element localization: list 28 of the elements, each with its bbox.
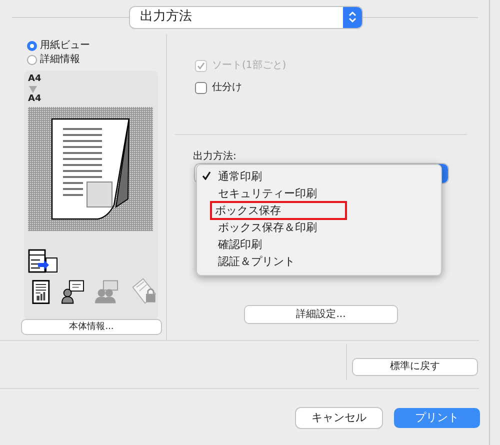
group-message-icon: [95, 279, 119, 305]
device-info-button[interactable]: 本体情報...: [22, 320, 161, 334]
menu-item[interactable]: 認証＆プリント: [213, 252, 300, 271]
cancel-button[interactable]: キャンセル: [296, 408, 382, 428]
paper-size-label: A4: [28, 74, 42, 85]
menu-item[interactable]: 確認印刷: [213, 235, 267, 254]
radio-label: 用紙ビュー: [40, 40, 90, 52]
stepper-icon: [343, 6, 362, 28]
checkbox-label: 仕分け: [212, 82, 242, 94]
menu-item[interactable]: ボックス保存: [210, 201, 347, 220]
checkbox[interactable]: [195, 82, 207, 94]
locked-document-icon: [130, 277, 158, 305]
menu-item[interactable]: 通常印刷: [213, 167, 267, 186]
radio-label: 詳細情報: [40, 54, 80, 66]
document-icon: [32, 279, 50, 305]
person-message-icon: [60, 279, 84, 305]
paper-size-label: A4: [28, 94, 42, 105]
checkbox-label: ソート(1部ごと): [212, 60, 286, 72]
reset-defaults-button[interactable]: 標準に戻す: [353, 359, 477, 375]
radio-button[interactable]: [27, 41, 37, 51]
radio-button[interactable]: [27, 55, 37, 65]
details-button[interactable]: 詳細設定...: [245, 306, 397, 323]
arrow-down-icon: [29, 86, 37, 93]
menu-item[interactable]: ボックス保存＆印刷: [213, 218, 322, 237]
print-options-popup[interactable]: 出力方法: [130, 6, 362, 28]
output-method-label: 出力方法:: [193, 151, 236, 163]
printer-to-document-icon: [28, 249, 58, 275]
menu-item[interactable]: セキュリティー印刷: [213, 184, 322, 203]
